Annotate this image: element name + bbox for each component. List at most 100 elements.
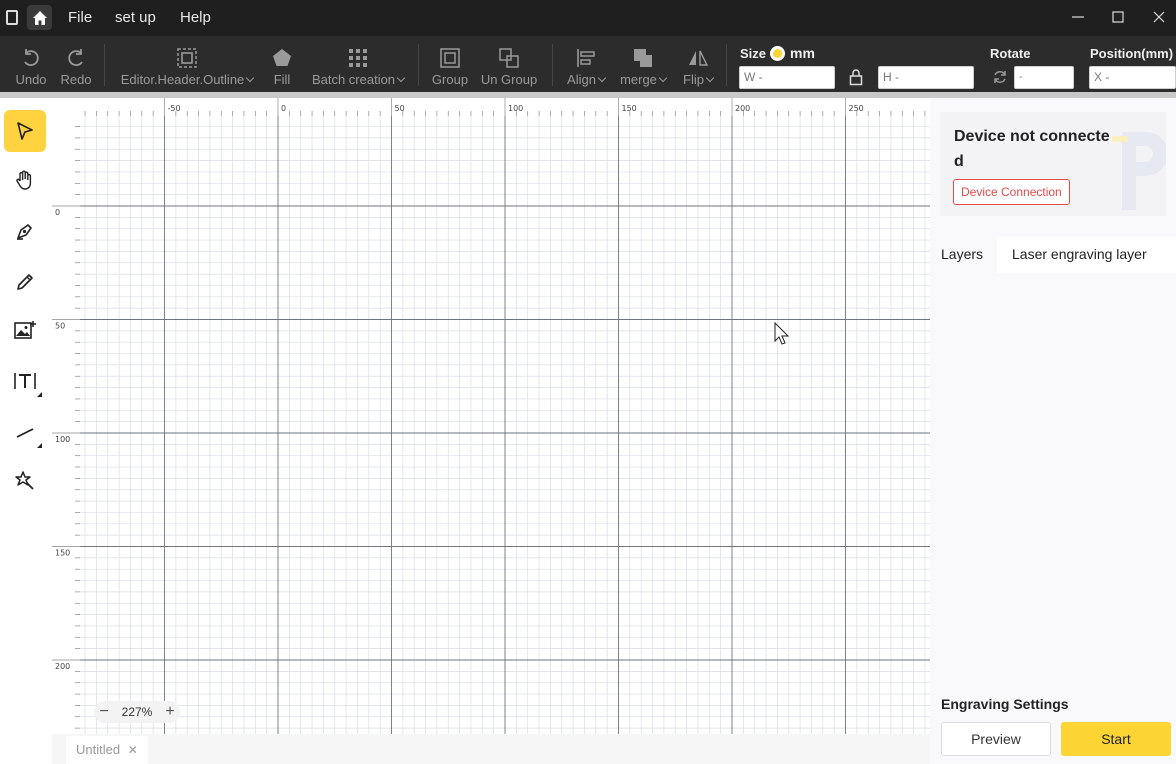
size-label: Size — [740, 46, 767, 61]
select-tool[interactable] — [4, 110, 46, 152]
toolbar-divider — [104, 44, 105, 86]
zoom-in-button[interactable]: + — [160, 702, 180, 722]
menu-help[interactable]: Help — [180, 9, 211, 26]
ungroup-label: Un Group — [480, 72, 538, 87]
ungroup-icon — [499, 48, 519, 68]
hand-icon — [16, 170, 32, 190]
ruler-y-label: 150 — [55, 549, 70, 558]
pen-nib-icon — [17, 224, 32, 240]
ruler-x-label: 50 — [395, 104, 405, 113]
pencil-icon — [17, 274, 33, 290]
menu-setup[interactable]: set up — [115, 9, 156, 26]
brand-watermark-icon — [1112, 132, 1166, 210]
document-tab-label: Untitled — [76, 742, 121, 757]
app-logo-icon — [6, 10, 18, 25]
align-left-icon — [577, 49, 595, 67]
merge-icon — [634, 49, 652, 67]
fill-pentagon-icon — [273, 49, 291, 66]
align-label: Align — [567, 72, 596, 87]
start-button[interactable]: Start — [1061, 722, 1171, 756]
ruler-x-label: 200 — [735, 104, 750, 113]
text-icon — [14, 373, 36, 389]
canvas-area[interactable]: -50 0 50 100 150 200 250 0 50 100 150 20… — [52, 98, 930, 734]
outline-button[interactable]: Editor.Header.Outline — [118, 36, 256, 92]
submenu-indicator — [37, 443, 42, 448]
redo-icon — [68, 49, 83, 66]
line-tool[interactable] — [4, 411, 46, 453]
undo-label: Undo — [15, 72, 47, 87]
ruler-x-label: 150 — [622, 104, 637, 113]
tab-laser-engraving-layer[interactable]: Laser engraving layer — [1012, 246, 1147, 262]
width-input[interactable]: W - — [739, 66, 835, 89]
pen-tool[interactable] — [4, 210, 46, 252]
flip-label: Flip — [683, 72, 704, 87]
group-label: Group — [431, 72, 469, 87]
ruler-y-label: 100 — [55, 435, 70, 444]
ruler-x-label: 0 — [281, 104, 286, 113]
document-tab[interactable]: Untitled ✕ — [66, 736, 148, 764]
ruler-y-label: 50 — [55, 322, 65, 331]
home-button[interactable] — [27, 5, 52, 30]
hand-tool[interactable] — [4, 159, 46, 201]
toolbar-divider — [726, 44, 727, 86]
maximize-icon[interactable] — [1110, 9, 1126, 25]
right-panel: Device not connected Device Connection L… — [930, 98, 1176, 764]
toolbar-divider — [418, 44, 419, 86]
rotate-input[interactable]: - — [1014, 66, 1074, 89]
zoom-level: 227% — [121, 705, 153, 719]
fill-button[interactable]: Fill — [266, 36, 298, 92]
rotate-icon — [994, 71, 1006, 83]
tool-panel — [0, 98, 52, 764]
unit-toggle[interactable] — [770, 46, 785, 61]
lock-icon[interactable] — [848, 68, 864, 86]
ruler-y-label: 0 — [55, 208, 60, 217]
chevron-down-icon — [705, 73, 715, 83]
cursor-icon — [17, 122, 33, 140]
close-icon[interactable] — [1151, 9, 1167, 25]
text-tool[interactable] — [4, 360, 46, 402]
merge-button[interactable]: merge — [617, 36, 669, 92]
batch-creation-button[interactable]: Batch creation — [308, 36, 408, 92]
redo-label: Redo — [60, 72, 92, 87]
height-input[interactable]: H - — [878, 66, 974, 89]
outline-icon — [177, 48, 197, 68]
zoom-out-button[interactable]: − — [94, 702, 114, 722]
home-icon — [32, 10, 47, 25]
menu-file[interactable]: File — [68, 9, 92, 26]
align-button[interactable]: Align — [563, 36, 609, 92]
redo-button[interactable]: Redo — [58, 36, 94, 92]
position-label: Position(mm) — [1090, 46, 1174, 61]
pencil-tool[interactable] — [4, 261, 46, 303]
rotate-label: Rotate — [990, 46, 1031, 61]
device-status-text: Device not connected — [954, 128, 1110, 170]
undo-button[interactable]: Undo — [12, 36, 50, 92]
close-tab-icon[interactable]: ✕ — [128, 743, 138, 757]
outline-label: Editor.Header.Outline — [120, 72, 245, 87]
ruler-y-label: 200 — [55, 662, 70, 671]
magic-wand-icon — [15, 471, 34, 490]
flip-button[interactable]: Flip — [679, 36, 717, 92]
ungroup-button[interactable]: Un Group — [480, 36, 538, 92]
magic-tool[interactable] — [4, 460, 46, 502]
device-connection-button[interactable]: Device Connection — [953, 179, 1070, 205]
submenu-indicator — [37, 392, 42, 397]
preview-button[interactable]: Preview — [941, 722, 1051, 756]
batch-label: Batch creation — [311, 72, 396, 87]
chevron-down-icon — [396, 73, 406, 83]
ruler-x-label: -50 — [168, 104, 181, 113]
design-canvas[interactable]: -50 0 50 100 150 200 250 0 50 100 150 20… — [52, 98, 930, 734]
unit-label: mm — [790, 45, 815, 61]
device-status-card: Device not connected Device Connection — [940, 112, 1166, 216]
position-x-input[interactable]: X - — [1089, 66, 1176, 89]
ruler-x-label: 100 — [508, 104, 523, 113]
tab-layers[interactable]: Layers — [941, 246, 983, 262]
toolbar: Undo Redo Editor.Header.Outline Fill Bat… — [0, 36, 1176, 92]
toolbar-divider — [552, 44, 553, 86]
minimize-icon[interactable] — [1070, 9, 1086, 25]
group-button[interactable]: Group — [430, 36, 470, 92]
horizontal-ruler — [52, 98, 930, 116]
image-tool[interactable] — [4, 310, 46, 352]
grid-icon — [349, 49, 367, 67]
vertical-ruler — [52, 98, 80, 734]
chevron-down-icon — [658, 73, 668, 83]
